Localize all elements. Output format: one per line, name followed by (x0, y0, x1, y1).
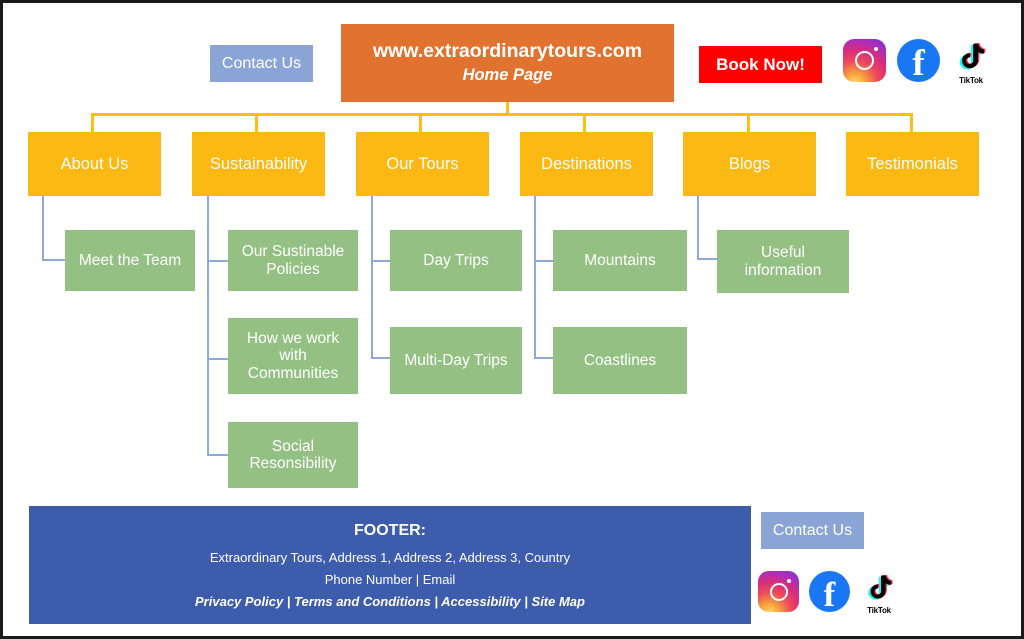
sitemap-canvas: Contact Us www.extraordinarytours.com Ho… (0, 0, 1024, 639)
tiktok-note-glyph (862, 571, 896, 605)
sub-node-social-resonsibility[interactable]: Social Resonsibility (228, 422, 358, 488)
connector-branch-useful-information (697, 258, 717, 260)
nav-node-about-us[interactable]: About Us (28, 132, 161, 196)
instagram-icon[interactable] (758, 571, 799, 612)
connector-spine-destinations (534, 196, 536, 359)
connector-spine-our-tours (371, 196, 373, 359)
sub-node-our-sustinable-policies[interactable]: Our Sustinable Policies (228, 230, 358, 291)
social-links-header: f TikTok (843, 39, 991, 85)
book-now-button[interactable]: Book Now! (699, 46, 822, 83)
home-page-node[interactable]: www.extraordinarytours.com Home Page (341, 24, 674, 102)
nav-node-destinations[interactable]: Destinations (520, 132, 653, 196)
connector-spine-blogs (697, 196, 699, 260)
tiktok-label: TikTok (867, 606, 891, 615)
connector-spine-about-us (42, 196, 44, 260)
instagram-ring (855, 51, 874, 70)
tiktok-icon[interactable]: TikTok (951, 39, 991, 85)
connector-drop-our-tours (419, 113, 422, 133)
connector-branch-sustinable-policies (207, 260, 228, 262)
connector-nav-bus (91, 113, 913, 116)
sub-node-how-we-work-with-communities[interactable]: How we work with Communities (228, 318, 358, 394)
connector-branch-day-trips (371, 260, 390, 262)
instagram-dot (786, 579, 791, 584)
nav-node-our-tours[interactable]: Our Tours (356, 132, 489, 196)
footer-block: FOOTER: Extraordinary Tours, Address 1, … (29, 506, 751, 624)
footer-title: FOOTER: (354, 521, 426, 539)
facebook-f-glyph: f (823, 575, 836, 612)
contact-us-button-header[interactable]: Contact Us (210, 45, 313, 82)
connector-drop-blogs (747, 113, 750, 133)
sub-node-day-trips[interactable]: Day Trips (390, 230, 522, 291)
sub-node-multi-day-trips[interactable]: Multi-Day Trips (390, 327, 522, 394)
home-page-subtitle: Home Page (462, 66, 553, 85)
tiktok-note-glyph (953, 39, 989, 75)
sub-node-mountains[interactable]: Mountains (553, 230, 687, 291)
connector-spine-sustainability (207, 196, 209, 456)
footer-contact-line: Phone Number | Email (324, 571, 456, 587)
connector-branch-multi-day-trips (371, 357, 390, 359)
nav-node-testimonials[interactable]: Testimonials (846, 132, 979, 196)
connector-branch-communities (207, 358, 228, 360)
home-page-url: www.extraordinarytours.com (372, 40, 643, 63)
nav-node-sustainability[interactable]: Sustainability (192, 132, 325, 196)
sub-node-useful-information[interactable]: Useful information (717, 230, 849, 293)
facebook-icon[interactable]: f (809, 571, 850, 612)
connector-branch-mountains (534, 260, 553, 262)
sub-node-coastlines[interactable]: Coastlines (553, 327, 687, 394)
footer-links[interactable]: Privacy Policy | Terms and Conditions | … (195, 594, 585, 609)
instagram-ring (769, 582, 788, 601)
footer-address: Extraordinary Tours, Address 1, Address … (209, 549, 571, 565)
tiktok-icon[interactable]: TikTok (860, 571, 898, 615)
connector-branch-coastlines (534, 357, 553, 359)
connector-branch-social-resonsibility (207, 454, 228, 456)
facebook-f-glyph: f (912, 43, 925, 82)
instagram-icon[interactable] (843, 39, 886, 82)
tiktok-label: TikTok (959, 76, 983, 85)
nav-node-blogs[interactable]: Blogs (683, 132, 816, 196)
facebook-icon[interactable]: f (897, 39, 940, 82)
connector-drop-destinations (583, 113, 586, 133)
sub-node-meet-the-team[interactable]: Meet the Team (65, 230, 195, 291)
contact-us-button-footer[interactable]: Contact Us (761, 512, 864, 549)
social-links-footer: f TikTok (758, 571, 898, 615)
connector-branch-meet-the-team (42, 259, 65, 261)
connector-drop-about-us (91, 113, 94, 133)
instagram-dot (873, 47, 878, 52)
connector-drop-testimonials (910, 113, 913, 133)
connector-drop-sustainability (255, 113, 258, 133)
